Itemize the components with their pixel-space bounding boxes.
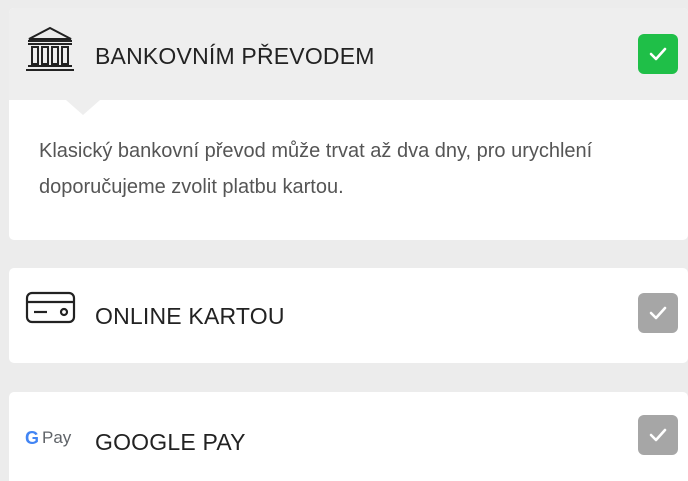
- google-pay-logo-text: Pay: [42, 428, 72, 447]
- payment-option-bank-transfer: BANKOVNÍM PŘEVODEM Klasický bankovní pře…: [9, 8, 688, 240]
- bank-transfer-description: Klasický bankovní převod může trvat až d…: [39, 140, 593, 198]
- google-pay-label[interactable]: GOOGLE PAY: [95, 429, 246, 456]
- credit-card-icon: [25, 291, 77, 325]
- google-pay-checkbox[interactable]: [638, 415, 678, 455]
- payment-option-card[interactable]: ONLINE KARTOU: [9, 268, 688, 363]
- checkmark-icon: [649, 306, 667, 320]
- google-pay-icon: G Pay: [25, 427, 79, 449]
- bank-transfer-label[interactable]: BANKOVNÍM PŘEVODEM: [95, 43, 375, 70]
- header-pointer: [66, 100, 100, 115]
- checkmark-icon: [649, 428, 667, 442]
- card-label[interactable]: ONLINE KARTOU: [95, 303, 285, 330]
- bank-transfer-checkbox[interactable]: [638, 34, 678, 74]
- checkmark-icon: [649, 47, 667, 61]
- payment-option-google-pay[interactable]: G Pay GOOGLE PAY: [9, 392, 688, 481]
- card-checkbox[interactable]: [638, 293, 678, 333]
- payment-method-selector: BANKOVNÍM PŘEVODEM Klasický bankovní pře…: [0, 0, 688, 481]
- google-g-logo: G: [25, 427, 40, 448]
- bank-icon: [25, 25, 75, 73]
